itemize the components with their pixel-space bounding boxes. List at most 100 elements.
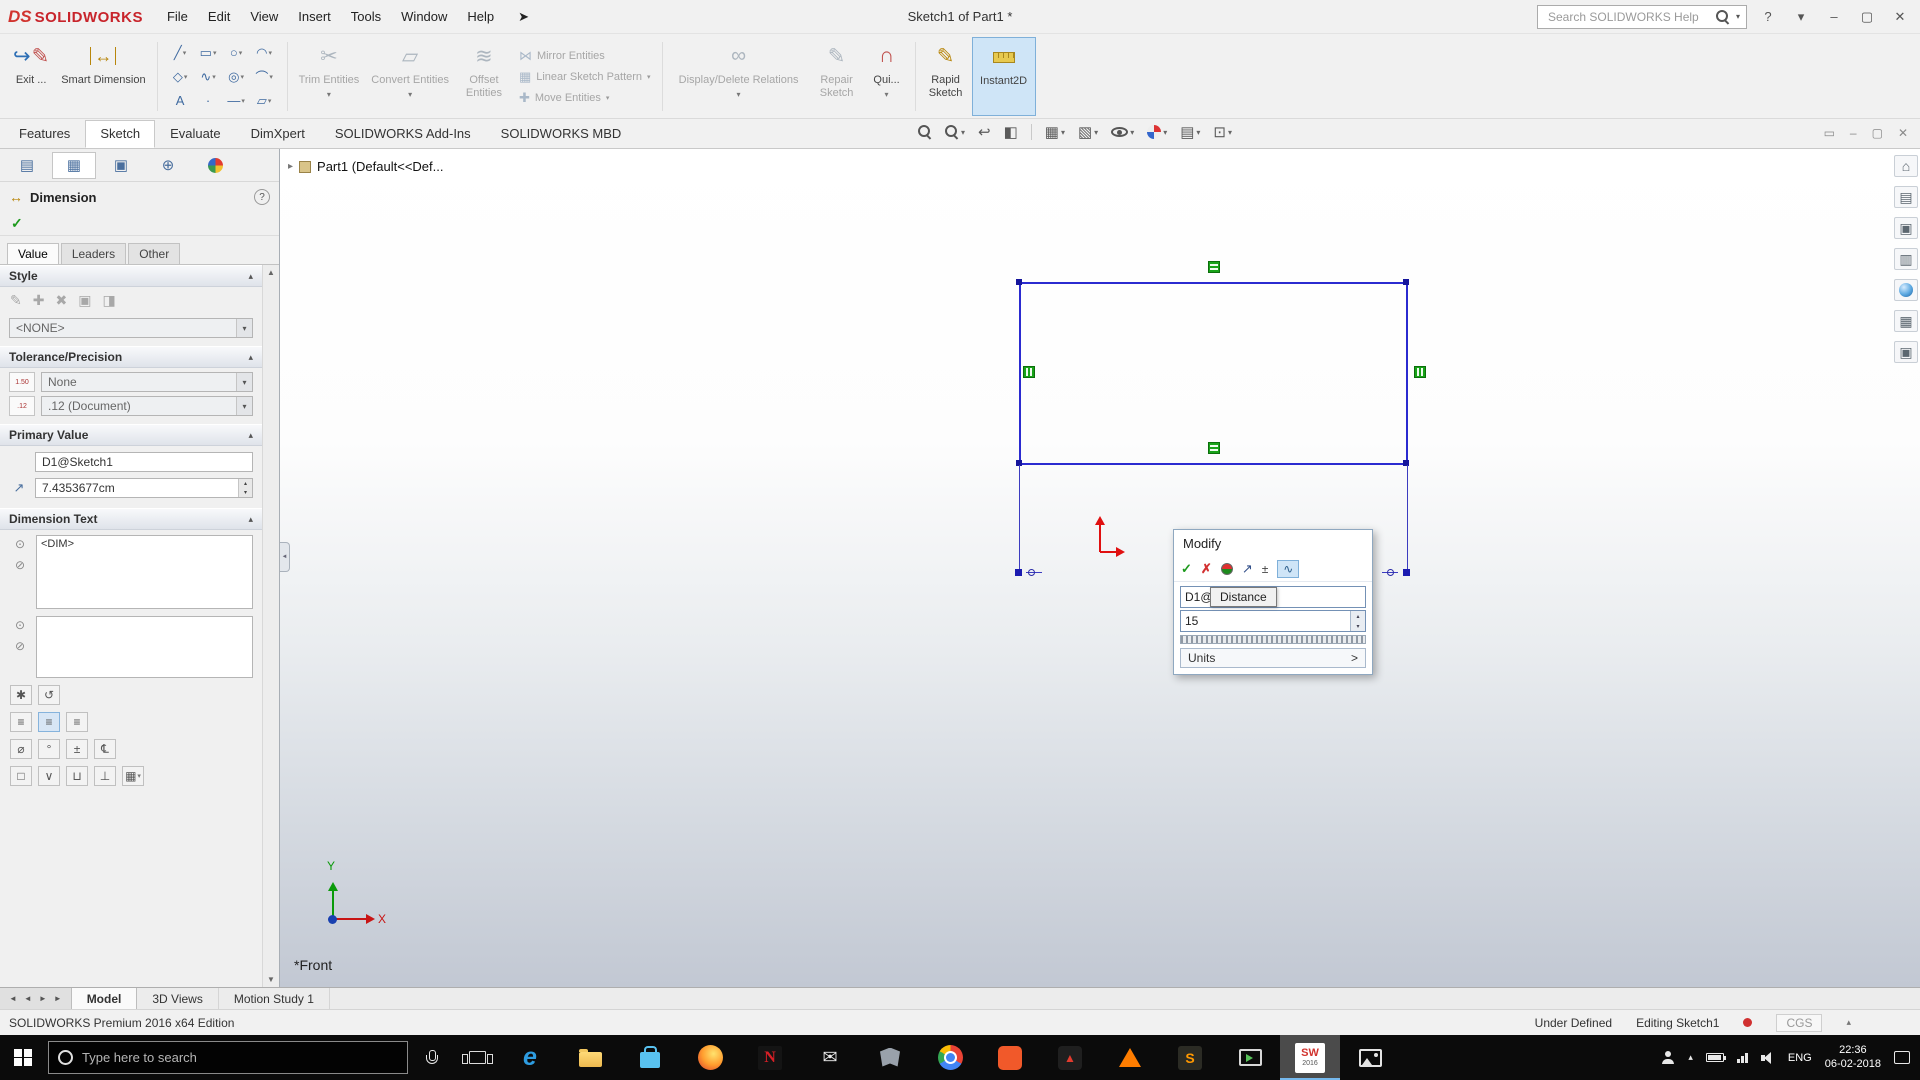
dropdown-caret-icon[interactable]: ▾	[1163, 128, 1167, 137]
microphone-button[interactable]	[408, 1035, 454, 1080]
polygon-tool-button[interactable]: ◇ ▾	[167, 65, 194, 88]
menu-view[interactable]: View	[240, 5, 288, 28]
taskbar-photos[interactable]	[1340, 1035, 1400, 1080]
dimension-name-field[interactable]	[35, 452, 253, 472]
dimension-attach-point[interactable]	[1028, 569, 1035, 576]
section-view-button[interactable]: ◧	[1004, 123, 1018, 141]
restore-button[interactable]: ▢	[1855, 9, 1879, 25]
arc3point-tool-button[interactable]: ⌒ ▾	[251, 65, 278, 88]
menu-pin-icon[interactable]: ➤	[508, 5, 539, 29]
horizontal-relation-badge[interactable]	[1208, 442, 1220, 454]
help-caret-icon[interactable]: ▾	[1789, 9, 1813, 25]
display-delete-relations-button[interactable]: ∞ Display/Delete Relations ▾	[669, 37, 809, 116]
dropdown-caret-icon[interactable]: ▾	[236, 397, 252, 415]
apply-scene-button[interactable]: ▤ ▾	[1180, 123, 1200, 141]
add-symbol-button[interactable]: ✱	[10, 685, 32, 705]
counterbore-symbol-button[interactable]: ⊔	[66, 766, 88, 786]
degree-symbol-button[interactable]: °	[38, 739, 60, 759]
text-position-icon[interactable]: ⊘	[15, 558, 25, 572]
modify-value-spinner[interactable]: ▴ ▾	[1350, 611, 1365, 631]
taskbar-search-input[interactable]	[82, 1050, 398, 1065]
justify-center-button[interactable]: ≡	[38, 712, 60, 732]
view-settings-button[interactable]: ⊡ ▾	[1213, 123, 1232, 141]
justify-right-button[interactable]: ≡	[66, 712, 88, 732]
sketch-vertex[interactable]	[1403, 279, 1409, 285]
task-view-button[interactable]	[454, 1035, 500, 1080]
dropdown-caret-icon[interactable]: ▾	[327, 90, 331, 99]
spin-increment-icon[interactable]: ±	[1262, 562, 1269, 576]
save-style-button[interactable]: ▣	[78, 292, 91, 309]
thumbwheel-slider[interactable]	[1180, 635, 1366, 644]
dropdown-caret-icon[interactable]: ▾	[236, 319, 252, 337]
dropdown-caret-icon[interactable]: ▾	[240, 73, 244, 81]
circle-tool-button[interactable]: ○ ▾	[223, 41, 250, 64]
action-center-icon[interactable]	[1894, 1051, 1910, 1064]
rapid-sketch-button[interactable]: ✎ Rapid Sketch	[922, 37, 970, 116]
help-search-box[interactable]: ▾	[1537, 4, 1747, 29]
countersink-symbol-button[interactable]: ∨	[38, 766, 60, 786]
add-style-button[interactable]: ✚	[33, 292, 45, 309]
tab-solidworks-mbd[interactable]: SOLIDWORKS MBD	[486, 120, 637, 148]
text-position-icon[interactable]: ⊙	[15, 618, 25, 632]
dropdown-caret-icon[interactable]: ▾	[647, 73, 651, 81]
diameter-symbol-button[interactable]: ⌀	[10, 739, 32, 759]
apply-default-style-button[interactable]: ✎	[10, 292, 22, 309]
secondary-text-area[interactable]	[36, 616, 253, 678]
text-tool-button[interactable]: A	[167, 89, 194, 112]
perpendicular-symbol-button[interactable]: ⊥	[94, 766, 116, 786]
taskbar-mail[interactable]: ✉	[800, 1035, 860, 1080]
dropdown-caret-icon[interactable]: ▾	[737, 90, 741, 99]
dropdown-caret-icon[interactable]: ▾	[606, 94, 610, 102]
taskbar-store[interactable]	[620, 1035, 680, 1080]
taskbar-file-explorer[interactable]	[560, 1035, 620, 1080]
subtab-value[interactable]: Value	[7, 243, 59, 264]
taskbar-sublime[interactable]: S	[1160, 1035, 1220, 1080]
mirror-entities-button[interactable]: ⋈ Mirror Entities	[519, 48, 651, 64]
forum-button[interactable]: ▣	[1894, 341, 1918, 363]
taskbar-vlc[interactable]	[1100, 1035, 1160, 1080]
unit-system-button[interactable]: CGS	[1776, 1013, 1823, 1032]
units-expand-icon[interactable]: >	[1351, 651, 1358, 665]
taskbar-solidworks-active[interactable]: SW 2016	[1280, 1035, 1340, 1080]
language-indicator[interactable]: ENG	[1788, 1052, 1812, 1064]
appearances-scenes-button[interactable]	[1894, 279, 1918, 301]
taskbar-orange-app[interactable]	[980, 1035, 1040, 1080]
smart-dimension-button[interactable]: ↔ Smart Dimension	[56, 37, 150, 116]
dropdown-caret-icon[interactable]: ▾	[885, 90, 889, 99]
precision-dropdown[interactable]: .12 (Document) ▾	[41, 396, 253, 416]
status-pin-icon[interactable]	[1743, 1018, 1753, 1027]
scroll-down-button[interactable]: ▼	[267, 975, 275, 984]
modify-value-field[interactable]: ▴ ▾	[1180, 610, 1366, 632]
graphics-area[interactable]: ▤ ▦ ▣ ⊕ ↔ Dimension ? ✓ Value Leaders Ot…	[0, 149, 1920, 987]
dropdown-caret-icon[interactable]: ▾	[1094, 128, 1098, 137]
view-palette-button[interactable]: ▥	[1894, 248, 1918, 270]
dropdown-caret-icon[interactable]: ▾	[137, 772, 141, 780]
sketch-line-right[interactable]	[1406, 282, 1408, 465]
dimension-text-area[interactable]: <DIM>	[36, 535, 253, 609]
rectangle-tool-button[interactable]: ▭ ▾	[195, 41, 222, 64]
tab-motion-study-1[interactable]: Motion Study 1	[219, 988, 330, 1009]
value-spinner[interactable]: ▴ ▾	[238, 479, 252, 497]
sketch-vertex[interactable]	[1016, 279, 1022, 285]
tab-display-manager[interactable]	[193, 152, 237, 179]
exit-sketch-button[interactable]: ↪ ✎ Exit ...	[8, 37, 54, 116]
dropdown-caret-icon[interactable]: ▾	[236, 373, 252, 391]
square-symbol-button[interactable]: □	[10, 766, 32, 786]
accept-button[interactable]: ✓	[1181, 561, 1192, 577]
style-section-header[interactable]: Style ▴	[0, 265, 262, 287]
dropdown-caret-icon[interactable]: ▾	[961, 128, 965, 137]
dimension-value-field[interactable]: ▴ ▾	[35, 478, 253, 498]
tab-features[interactable]: Features	[4, 120, 85, 148]
dimension-endpoint[interactable]	[1015, 569, 1022, 576]
spinner-down-icon[interactable]: ▾	[1351, 621, 1365, 631]
taskbar-clock[interactable]: 22:36 06-02-2018	[1825, 1044, 1881, 1072]
line-tool-button[interactable]: ╱ ▾	[167, 41, 194, 64]
spline-tool-button[interactable]: ∿ ▾	[195, 65, 222, 88]
dropdown-caret-icon[interactable]: ▾	[1196, 128, 1200, 137]
dropdown-caret-icon[interactable]: ▾	[268, 97, 272, 105]
collapse-chevron-icon[interactable]: ▴	[248, 514, 253, 525]
minimize-button[interactable]: –	[1822, 9, 1846, 24]
taskbar-edge[interactable]: e	[500, 1035, 560, 1080]
offset-entities-button[interactable]: ≋ Offset Entities	[456, 37, 512, 116]
taskbar-search-box[interactable]	[48, 1041, 408, 1074]
